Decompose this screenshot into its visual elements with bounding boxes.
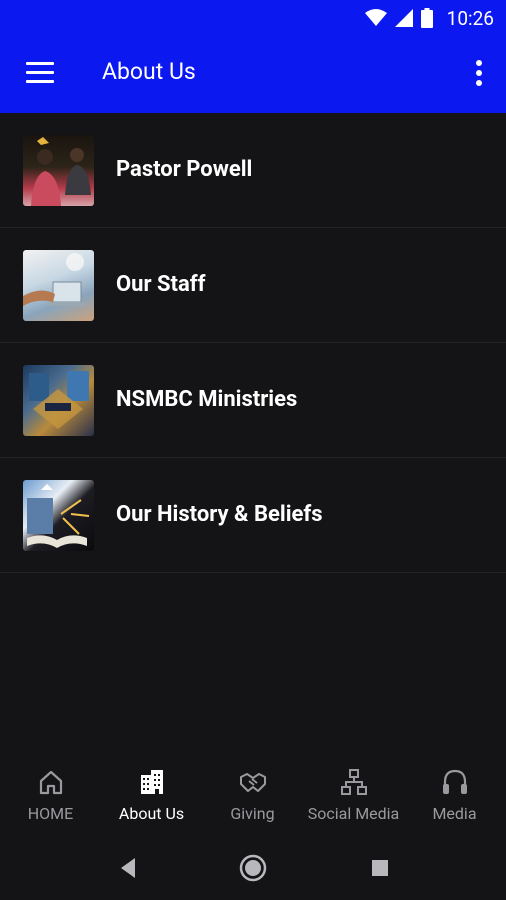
nav-label: About Us [118,804,185,823]
more-vert-icon[interactable] [474,60,484,88]
nav-label: Social Media [307,804,400,823]
building-icon [140,770,163,794]
list-item-history-beliefs[interactable]: Our History & Beliefs [0,458,506,573]
list-item-label: Our History & Beliefs [116,502,323,527]
network-icon [340,769,367,795]
nav-label: Media [432,804,477,823]
staff-office-photo [23,250,94,321]
nav-label: HOME [27,804,74,823]
nav-social-media[interactable]: Social Media [303,755,404,835]
app-bar: About Us [0,36,506,113]
list-item-our-staff[interactable]: Our Staff [0,228,506,343]
ministries-photo [23,365,94,436]
list-item-label: Our Staff [116,272,206,297]
hamburger-menu-icon[interactable] [26,62,54,84]
handshake-icon [239,773,266,792]
back-icon[interactable] [113,853,143,883]
home-icon [39,770,62,795]
list-item-pastor-powell[interactable]: Pastor Powell [0,113,506,228]
status-icons: 10:26 [364,6,494,30]
battery-icon [420,8,433,28]
list-item-label: NSMBC Ministries [116,387,298,412]
pastor-photo [23,135,94,206]
list-item-nsmbc-ministries[interactable]: NSMBC Ministries [0,343,506,458]
status-time: 10:26 [446,6,494,30]
nav-media[interactable]: Media [404,755,505,835]
page-title: About Us [102,58,196,85]
nav-home[interactable]: HOME [0,755,101,835]
history-beliefs-photo [23,480,94,551]
nav-label: Giving [230,804,275,823]
wifi-icon [364,9,387,26]
signal-icon [394,9,413,27]
nav-about-us[interactable]: About Us [101,755,202,835]
list-item-label: Pastor Powell [116,157,253,182]
recents-icon[interactable] [365,853,395,883]
status-bar: 10:26 [0,0,506,36]
home-circle-icon[interactable] [238,853,268,883]
headphones-icon [442,769,467,794]
about-list: Pastor Powell Our Staff NSMBC Ministries [0,113,506,573]
system-navigation-bar [0,835,506,900]
bottom-navigation: HOME About Us Giving Social Media Media [0,755,506,835]
nav-giving[interactable]: Giving [202,755,303,835]
